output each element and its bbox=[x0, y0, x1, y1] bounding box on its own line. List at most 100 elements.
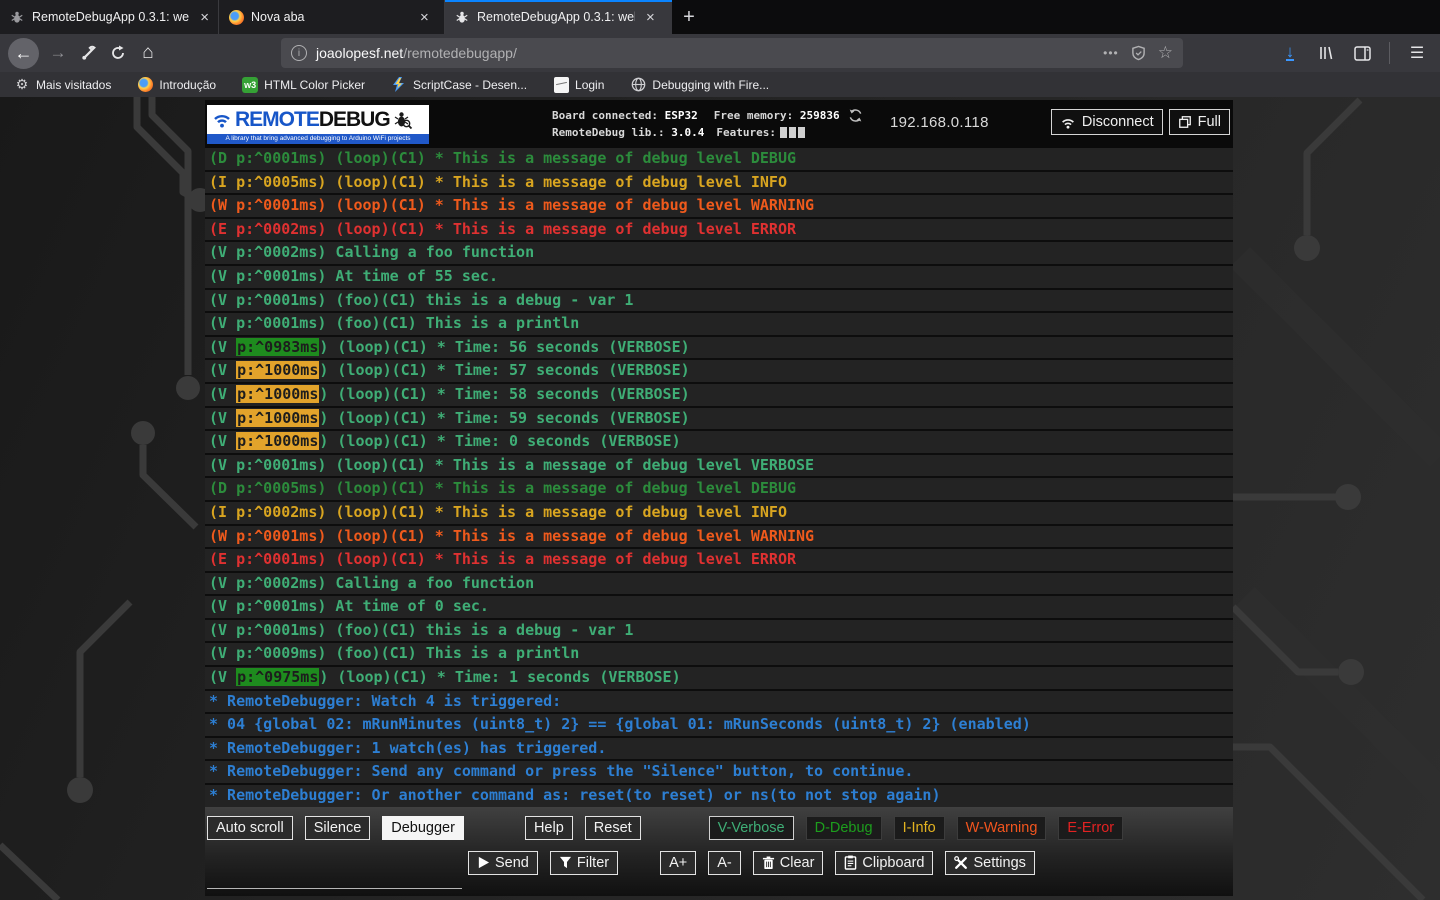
app-header: REMOTEDEBUG A library that bring advance… bbox=[205, 100, 1233, 148]
lightning-icon bbox=[391, 77, 407, 93]
back-button[interactable]: ← bbox=[8, 38, 39, 69]
reset-button[interactable]: Reset bbox=[585, 816, 641, 840]
downloads-icon[interactable]: ↓ bbox=[1275, 39, 1305, 67]
url-path: /remotedebugapp/ bbox=[403, 45, 517, 61]
remotedebug-app: REMOTEDEBUG A library that bring advance… bbox=[205, 100, 1233, 896]
clipboard-button[interactable]: Clipboard bbox=[835, 851, 933, 875]
silence-button[interactable]: Silence bbox=[305, 816, 371, 840]
shield-icon[interactable] bbox=[1131, 45, 1146, 61]
site-info-icon[interactable]: i bbox=[291, 45, 307, 61]
log-row: (V p:^1000ms) (loop)(C1) * Time: 58 seco… bbox=[205, 384, 1233, 406]
log-row: * 04 {global 02: mRunMinutes (uint8_t) 2… bbox=[205, 714, 1233, 736]
logo-tagline: A library that bring advanced debugging … bbox=[207, 134, 429, 144]
close-icon[interactable]: × bbox=[420, 9, 429, 26]
close-icon[interactable]: × bbox=[646, 9, 655, 26]
debugger-button[interactable]: Debugger bbox=[382, 816, 464, 840]
board-value: ESP32 bbox=[665, 107, 698, 124]
level-info-button[interactable]: I-Info bbox=[894, 816, 945, 840]
refresh-icon[interactable] bbox=[848, 108, 863, 123]
help-button[interactable]: Help bbox=[525, 816, 573, 840]
page-actions-icon[interactable]: ••• bbox=[1103, 46, 1119, 60]
settings-button[interactable]: Settings bbox=[945, 851, 1034, 875]
log-row: (V p:^0002ms) Calling a foo function bbox=[205, 573, 1233, 595]
log-row: (W p:^0001ms) (loop)(C1) * This is a mes… bbox=[205, 526, 1233, 548]
sidebar-icon[interactable] bbox=[1347, 39, 1377, 67]
bookmark-debugging-firefox[interactable]: Debugging with Fire... bbox=[630, 77, 769, 93]
send-button[interactable]: Send bbox=[468, 851, 538, 875]
device-ip: 192.168.0.118 bbox=[890, 114, 989, 131]
tab-nova-aba[interactable]: Nova aba × bbox=[218, 0, 444, 34]
log-row: (V p:^0009ms) (foo)(C1) This is a printl… bbox=[205, 643, 1233, 665]
bookmark-login[interactable]: Login bbox=[553, 77, 604, 93]
menu-icon[interactable]: ☰ bbox=[1402, 39, 1432, 67]
log-row: (W p:^0001ms) (loop)(C1) * This is a mes… bbox=[205, 195, 1233, 217]
lib-value: 3.0.4 bbox=[671, 124, 704, 141]
log-row: (V p:^1000ms) (loop)(C1) * Time: 0 secon… bbox=[205, 431, 1233, 453]
tab-title: RemoteDebugApp 0.3.1: web ap bbox=[32, 10, 189, 24]
log-row: * RemoteDebugger: Or another command as:… bbox=[205, 785, 1233, 807]
tab-remotedebugapp-1[interactable]: RemoteDebugApp 0.3.1: web ap × bbox=[0, 0, 218, 34]
bookmark-mais-visitados[interactable]: ⚙ Mais visitados bbox=[14, 77, 111, 93]
url-bar[interactable]: i joaolopesf.net/remotedebugapp/ ••• ☆ bbox=[281, 38, 1183, 68]
library-icon[interactable] bbox=[1311, 39, 1341, 67]
bookmarks-bar: ⚙ Mais visitados Introdução w3 HTML Colo… bbox=[0, 72, 1440, 97]
auto-scroll-button[interactable]: Auto scroll bbox=[207, 816, 293, 840]
command-input[interactable] bbox=[207, 869, 462, 889]
board-label: Board connected: bbox=[552, 107, 658, 124]
level-verbose-button[interactable]: V-Verbose bbox=[709, 816, 794, 840]
font-decrease-button[interactable]: A- bbox=[708, 851, 741, 875]
logo-text: REMOTEDEBUG bbox=[235, 109, 390, 130]
debug-log: (D p:^0001ms) (loop)(C1) * This is a mes… bbox=[205, 148, 1233, 807]
level-warning-button[interactable]: W-Warning bbox=[957, 816, 1047, 840]
disconnect-button[interactable]: Disconnect bbox=[1051, 109, 1163, 135]
navigation-toolbar: ← → ⌂ i joaolopesf.net/remotedebugapp/ •… bbox=[0, 34, 1440, 72]
gear-icon: ⚙ bbox=[14, 77, 30, 93]
wifi-icon bbox=[212, 111, 232, 128]
log-row: * RemoteDebugger: Send any command or pr… bbox=[205, 761, 1233, 783]
tab-remotedebugapp-2[interactable]: RemoteDebugApp 0.3.1: web ap × bbox=[444, 0, 672, 34]
play-icon bbox=[477, 856, 490, 869]
page-content: REMOTEDEBUG A library that bring advance… bbox=[0, 97, 1440, 900]
level-debug-button[interactable]: D-Debug bbox=[806, 816, 882, 840]
close-icon[interactable]: × bbox=[200, 9, 209, 26]
font-increase-button[interactable]: A+ bbox=[660, 851, 696, 875]
profiler-time-highlight: p:^0975ms bbox=[236, 668, 319, 686]
log-row: (V p:^1000ms) (loop)(C1) * Time: 57 seco… bbox=[205, 360, 1233, 382]
tools-icon bbox=[954, 856, 968, 870]
features-blocks bbox=[780, 127, 805, 138]
log-row: (V p:^0002ms) Calling a foo function bbox=[205, 242, 1233, 264]
full-screen-button[interactable]: Full bbox=[1169, 109, 1230, 135]
log-row: (V p:^0001ms) (loop)(C1) * This is a mes… bbox=[205, 455, 1233, 477]
memory-label: Free memory: bbox=[714, 107, 793, 124]
filter-button[interactable]: Filter bbox=[550, 851, 618, 875]
lib-label: RemoteDebug lib.: bbox=[552, 124, 665, 141]
log-row: (V p:^1000ms) (loop)(C1) * Time: 59 seco… bbox=[205, 408, 1233, 430]
toolbar-divider bbox=[1389, 42, 1390, 64]
log-row: (V p:^0001ms) (foo)(C1) This is a printl… bbox=[205, 313, 1233, 335]
level-error-button[interactable]: E-Error bbox=[1058, 816, 1123, 840]
page-icon bbox=[553, 77, 569, 93]
bookmark-introducao[interactable]: Introdução bbox=[137, 77, 216, 93]
tab-title: RemoteDebugApp 0.3.1: web ap bbox=[477, 10, 635, 24]
globe-icon bbox=[630, 77, 646, 93]
profiler-time-highlight: p:^1000ms bbox=[236, 385, 319, 403]
bookmark-star-icon[interactable]: ☆ bbox=[1158, 43, 1173, 63]
reload-icon[interactable] bbox=[103, 39, 133, 67]
profiler-time-highlight: p:^1000ms bbox=[236, 432, 319, 450]
bug-favicon-icon bbox=[454, 9, 470, 25]
forward-button[interactable]: → bbox=[43, 39, 73, 67]
funnel-icon bbox=[559, 856, 572, 869]
url-host: joaolopesf.net bbox=[316, 45, 403, 61]
new-tab-button[interactable]: + bbox=[672, 0, 706, 34]
bookmark-scriptcase[interactable]: ScriptCase - Desen... bbox=[391, 77, 527, 93]
home-button[interactable]: ⌂ bbox=[133, 39, 163, 67]
bookmark-html-color-picker[interactable]: w3 HTML Color Picker bbox=[242, 77, 365, 93]
clipboard-icon bbox=[844, 855, 857, 870]
trash-icon bbox=[762, 856, 775, 870]
firefox-icon bbox=[137, 77, 153, 93]
clear-button[interactable]: Clear bbox=[753, 851, 824, 875]
wrench-icon[interactable] bbox=[73, 39, 103, 67]
forward-arrow-icon: → bbox=[50, 43, 67, 63]
log-row: * RemoteDebugger: Watch 4 is triggered: bbox=[205, 691, 1233, 713]
log-row: (D p:^0001ms) (loop)(C1) * This is a mes… bbox=[205, 148, 1233, 170]
